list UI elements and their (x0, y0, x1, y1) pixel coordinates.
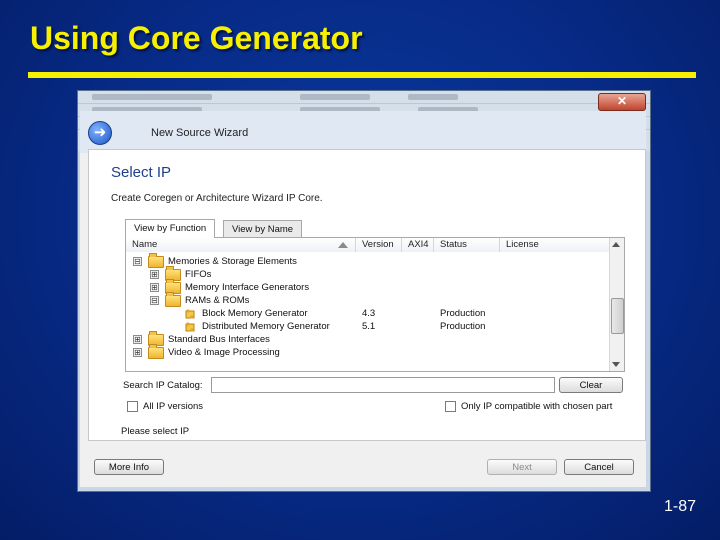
tree-row[interactable]: ⊞ Memory Interface Generators (126, 279, 606, 294)
tree-item-label: Standard Bus Interfaces (168, 334, 270, 345)
sort-ascending-icon (338, 242, 348, 248)
tree-row[interactable]: ⊟ Memories & Storage Elements (126, 253, 606, 268)
vertical-scrollbar[interactable] (609, 238, 624, 371)
collapse-icon[interactable]: ⊟ (133, 257, 142, 266)
wizard-title: New Source Wizard (151, 127, 249, 139)
window-close-button[interactable]: ✕ (598, 93, 646, 111)
slide-title: Using Core Generator (30, 20, 363, 56)
clear-button[interactable]: Clear (559, 377, 623, 393)
tree-row[interactable]: ⊞ Standard Bus Interfaces (126, 331, 606, 346)
tree-row[interactable]: Block Memory Generator 4.3 Production (126, 307, 606, 320)
compatible-ip-label: Only IP compatible with chosen part (461, 401, 613, 412)
back-arrow-icon[interactable]: ➜ (88, 121, 112, 145)
search-ip-catalog-input[interactable] (211, 377, 555, 393)
ip-version: 5.1 (362, 321, 376, 332)
tree-row[interactable]: ⊞ Video & Image Processing (126, 344, 606, 359)
expand-icon[interactable]: ⊞ (150, 270, 159, 279)
column-status[interactable]: Status (434, 238, 500, 252)
page-subtitle: Create Coregen or Architecture Wizard IP… (111, 193, 323, 204)
compatible-ip-checkbox[interactable] (445, 401, 456, 412)
column-axi4[interactable]: AXI4 (402, 238, 434, 252)
column-license[interactable]: License (500, 238, 610, 252)
scroll-down-icon[interactable] (612, 362, 620, 367)
tree-item-label: RAMs & ROMs (185, 295, 250, 306)
tree-row[interactable]: Distributed Memory Generator 5.1 Product… (126, 320, 606, 333)
page-number: 1-87 (663, 498, 696, 515)
ip-version: 4.3 (362, 308, 376, 319)
tab-view-by-function[interactable]: View by Function (125, 219, 216, 238)
all-ip-versions-label: All IP versions (143, 401, 204, 412)
expand-icon[interactable]: ⊞ (133, 348, 142, 357)
tree-item-label: FIFOs (185, 269, 212, 280)
tree-item-label: Memory Interface Generators (185, 282, 310, 293)
new-source-wizard: ➜ New Source Wizard Select IP Create Cor… (80, 111, 646, 487)
column-name[interactable]: Name (126, 238, 356, 252)
column-name-label: Name (132, 239, 158, 250)
folder-icon (148, 253, 164, 268)
next-button[interactable]: Next (487, 459, 557, 475)
tree-item-label: Distributed Memory Generator (202, 321, 330, 332)
tree-row[interactable]: ⊟ RAMs & ROMs (126, 292, 606, 307)
tree-item-label: Block Memory Generator (202, 308, 308, 319)
title-underline (28, 72, 696, 78)
tree-item-label: Video & Image Processing (168, 347, 280, 358)
ip-core-icon (185, 322, 195, 332)
tree-item-label: Memories & Storage Elements (168, 256, 297, 267)
tab-view-by-name[interactable]: View by Name (223, 220, 303, 238)
scroll-up-icon[interactable] (612, 242, 620, 247)
more-info-button[interactable]: More Info (94, 459, 164, 475)
status-message: Please select IP (121, 426, 190, 437)
scroll-thumb[interactable] (611, 298, 624, 334)
folder-icon (165, 292, 181, 307)
search-label: Search IP Catalog: (123, 380, 203, 391)
folder-icon (148, 344, 164, 359)
all-ip-versions-checkbox[interactable] (127, 401, 138, 412)
page-heading: Select IP (111, 164, 172, 181)
cancel-button[interactable]: Cancel (564, 459, 634, 475)
ip-status: Production (440, 321, 486, 332)
screenshot-frame: ✕ ➜ New Source Wizard Select IP Create C… (77, 90, 651, 492)
column-version[interactable]: Version (356, 238, 402, 252)
collapse-icon[interactable]: ⊟ (150, 296, 159, 305)
expand-icon[interactable]: ⊞ (150, 283, 159, 292)
tree-row[interactable]: ⊞ FIFOs (126, 266, 606, 281)
expand-icon[interactable]: ⊞ (133, 335, 142, 344)
ip-status: Production (440, 308, 486, 319)
wizard-content: Select IP Create Coregen or Architecture… (88, 149, 646, 441)
ip-tree: Name Version AXI4 Status License ⊟ Memor… (125, 237, 625, 372)
ip-core-icon (185, 309, 195, 319)
